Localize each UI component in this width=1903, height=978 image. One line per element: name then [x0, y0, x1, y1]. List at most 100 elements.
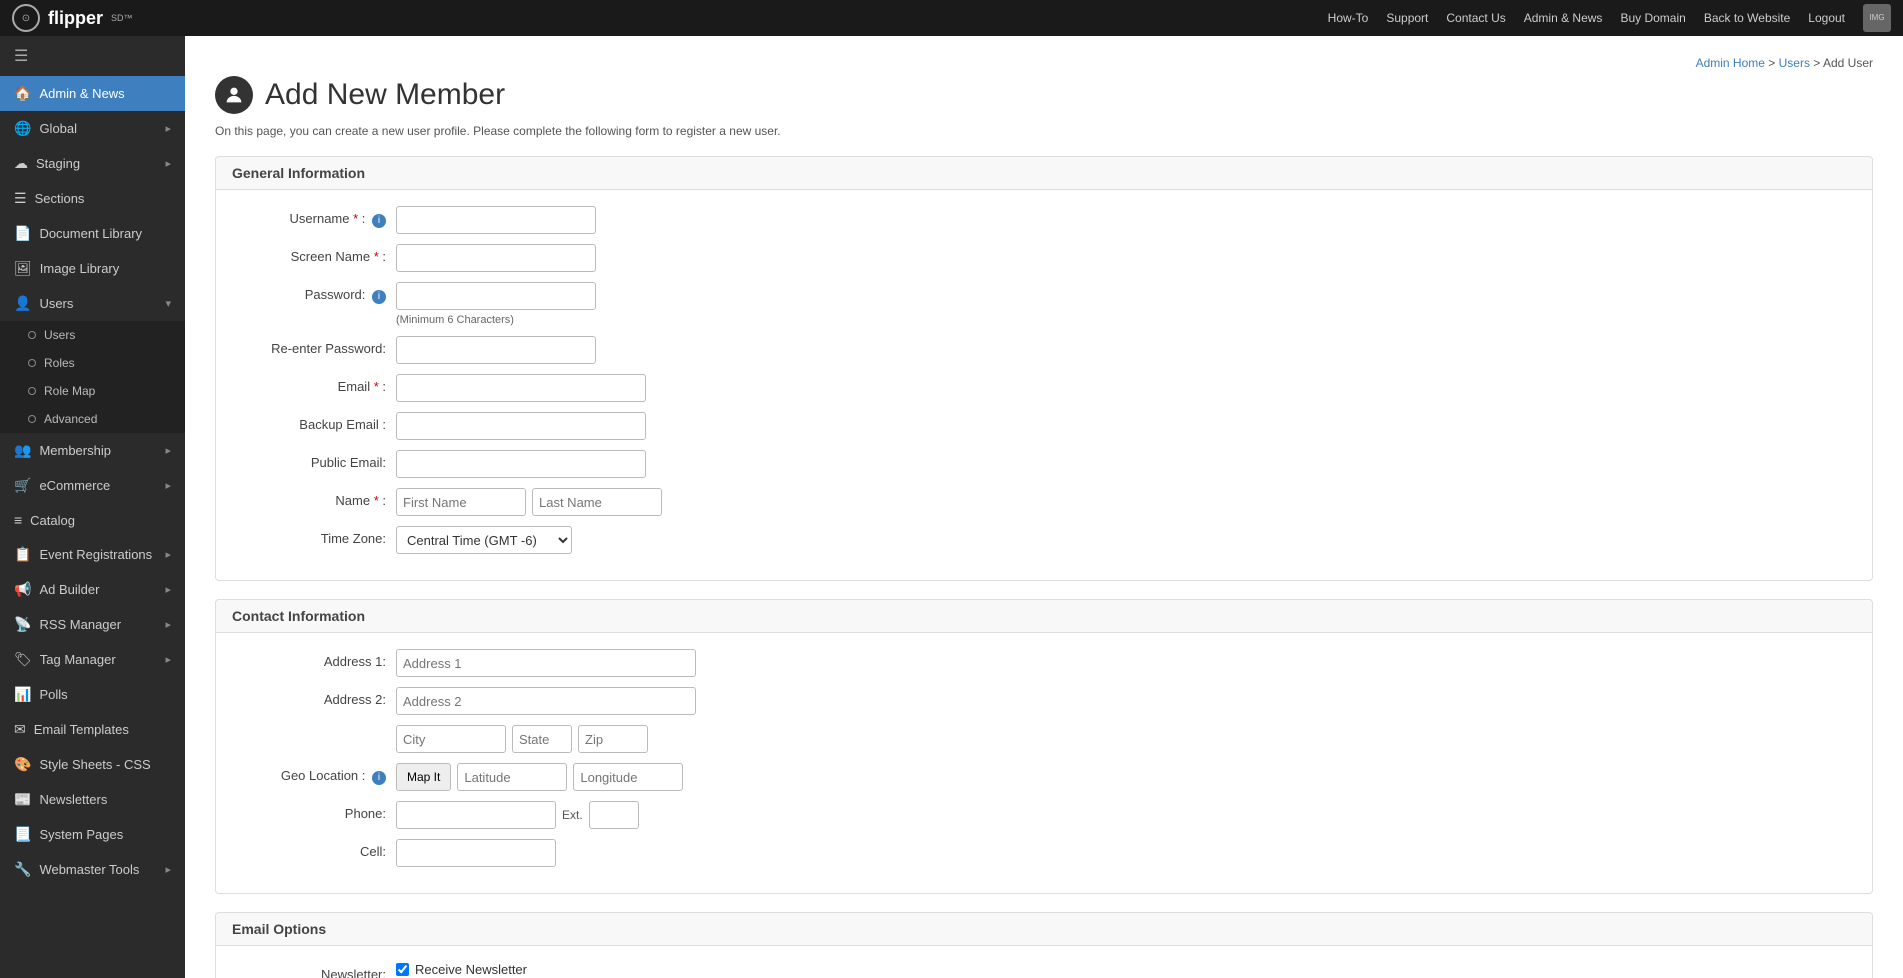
- username-info-icon[interactable]: i: [372, 214, 386, 228]
- username-required: *: [353, 211, 358, 226]
- reenter-password-input[interactable]: [396, 336, 596, 364]
- webmaster-tools-icon: 🔧: [14, 861, 31, 878]
- sidebar-label-email-templates: Email Templates: [34, 722, 129, 737]
- sidebar-item-email-templates[interactable]: ✉ Email Templates: [0, 712, 185, 747]
- state-input[interactable]: [512, 725, 572, 753]
- sidebar-sub-label-roles: Roles: [44, 356, 75, 370]
- sidebar-sub-users[interactable]: Users: [0, 321, 185, 349]
- geo-location-row: Geo Location : i Map It: [236, 763, 1852, 791]
- public-email-input[interactable]: [396, 450, 646, 478]
- general-info-body: Username * : i Screen Name * :: [216, 190, 1872, 580]
- avatar-area: IMG: [1863, 4, 1891, 32]
- sidebar-item-sections[interactable]: ☰ Sections: [0, 181, 185, 216]
- newsletter-checkbox[interactable]: [396, 963, 409, 976]
- global-icon: 🌐: [14, 120, 31, 137]
- screen-name-input[interactable]: [396, 244, 596, 272]
- city-input[interactable]: [396, 725, 506, 753]
- newsletter-label: Newsletter:: [236, 962, 396, 978]
- page-title-icon: [215, 76, 253, 114]
- role-map-dot: [28, 387, 36, 395]
- map-it-button[interactable]: Map It: [396, 763, 451, 791]
- breadcrumb-admin-home[interactable]: Admin Home: [1696, 56, 1765, 70]
- sidebar-item-users[interactable]: 👤 Users ▾: [0, 286, 185, 321]
- sidebar-item-rss-manager[interactable]: 📡 RSS Manager ▸: [0, 607, 185, 642]
- password-row: Password: i (Minimum 6 Characters): [236, 282, 1852, 326]
- password-input[interactable]: [396, 282, 596, 310]
- membership-icon: 👥: [14, 442, 31, 459]
- logo-icon: ⊙: [12, 4, 40, 32]
- backup-email-input[interactable]: [396, 412, 646, 440]
- sidebar-item-staging[interactable]: ☁ Staging ▸: [0, 146, 185, 181]
- sidebar-item-membership[interactable]: 👥 Membership ▸: [0, 433, 185, 468]
- webmaster-tools-arrow: ▸: [165, 863, 171, 876]
- phone-ext-input[interactable]: [589, 801, 639, 829]
- nav-logout[interactable]: Logout: [1808, 11, 1845, 25]
- users-submenu: Users Roles Role Map Advanced: [0, 321, 185, 433]
- users-icon: 👤: [14, 295, 31, 312]
- last-name-input[interactable]: [532, 488, 662, 516]
- sidebar-item-ecommerce[interactable]: 🛒 eCommerce ▸: [0, 468, 185, 503]
- sidebar-item-admin-news[interactable]: 🏠 Admin & News: [0, 76, 185, 111]
- sidebar-item-ad-builder[interactable]: 📢 Ad Builder ▸: [0, 572, 185, 607]
- zip-input[interactable]: [578, 725, 648, 753]
- sidebar-item-catalog[interactable]: ≡ Catalog: [0, 503, 185, 537]
- address2-label: Address 2:: [236, 687, 396, 707]
- hamburger-icon[interactable]: ☰: [0, 36, 185, 76]
- sidebar-item-global[interactable]: 🌐 Global ▸: [0, 111, 185, 146]
- sidebar-sub-roles[interactable]: Roles: [0, 349, 185, 377]
- cell-input[interactable]: [396, 839, 556, 867]
- username-input[interactable]: [396, 206, 596, 234]
- nav-admin-news[interactable]: Admin & News: [1524, 11, 1603, 25]
- sidebar-sub-advanced[interactable]: Advanced: [0, 405, 185, 433]
- staging-icon: ☁: [14, 155, 28, 172]
- sidebar-item-style-sheets[interactable]: 🎨 Style Sheets - CSS: [0, 747, 185, 782]
- sidebar-label-event-registrations: Event Registrations: [39, 547, 152, 562]
- admin-news-icon: 🏠: [14, 85, 31, 102]
- password-info-icon[interactable]: i: [372, 290, 386, 304]
- timezone-select[interactable]: Central Time (GMT -6) Eastern Time (GMT …: [396, 526, 572, 554]
- sidebar-label-admin-news: Admin & News: [39, 86, 124, 101]
- nav-buy-domain[interactable]: Buy Domain: [1620, 11, 1685, 25]
- general-info-section: General Information Username * : i: [215, 156, 1873, 581]
- nav-how-to[interactable]: How-To: [1328, 11, 1369, 25]
- sidebar-item-system-pages[interactable]: 📃 System Pages: [0, 817, 185, 852]
- longitude-input[interactable]: [573, 763, 683, 791]
- sidebar-sub-label-role-map: Role Map: [44, 384, 95, 398]
- sidebar-label-rss-manager: RSS Manager: [39, 617, 121, 632]
- sidebar-item-image-library[interactable]: 🖼 Image Library: [0, 251, 185, 286]
- city-state-zip-spacer: [236, 725, 396, 730]
- geo-location-info-icon[interactable]: i: [372, 771, 386, 785]
- page-title: Add New Member: [265, 78, 505, 112]
- email-options-section: Email Options Newsletter: Receive Newsle…: [215, 912, 1873, 978]
- sidebar-item-newsletters[interactable]: 📰 Newsletters: [0, 782, 185, 817]
- email-input[interactable]: [396, 374, 646, 402]
- avatar: IMG: [1863, 4, 1891, 32]
- sidebar-item-document-library[interactable]: 📄 Document Library: [0, 216, 185, 251]
- sidebar-sub-role-map[interactable]: Role Map: [0, 377, 185, 405]
- newsletter-row: Newsletter: Receive Newsletter: [236, 962, 1852, 978]
- logo-area: ⊙ flipper SD™: [12, 4, 133, 32]
- timezone-row: Time Zone: Central Time (GMT -6) Eastern…: [236, 526, 1852, 554]
- sidebar-label-tag-manager: Tag Manager: [40, 652, 116, 667]
- ecommerce-icon: 🛒: [14, 477, 31, 494]
- sidebar-item-polls[interactable]: 📊 Polls: [0, 677, 185, 712]
- sidebar-item-event-registrations[interactable]: 📋 Event Registrations ▸: [0, 537, 185, 572]
- first-name-input[interactable]: [396, 488, 526, 516]
- newsletter-checkbox-label[interactable]: Receive Newsletter: [396, 962, 527, 977]
- latitude-input[interactable]: [457, 763, 567, 791]
- phone-input[interactable]: [396, 801, 556, 829]
- nav-back-to-website[interactable]: Back to Website: [1704, 11, 1790, 25]
- sidebar-item-webmaster-tools[interactable]: 🔧 Webmaster Tools ▸: [0, 852, 185, 887]
- nav-support[interactable]: Support: [1386, 11, 1428, 25]
- nav-contact-us[interactable]: Contact Us: [1446, 11, 1505, 25]
- breadcrumb-users[interactable]: Users: [1779, 56, 1810, 70]
- sidebar-label-image-library: Image Library: [40, 261, 119, 276]
- phone-fields: Ext.: [396, 801, 639, 829]
- address1-input[interactable]: [396, 649, 696, 677]
- address2-input[interactable]: [396, 687, 696, 715]
- sidebar-item-tag-manager[interactable]: 🏷 Tag Manager ▸: [0, 642, 185, 677]
- page-title-area: Add New Member: [215, 76, 1873, 114]
- username-row: Username * : i: [236, 206, 1852, 234]
- cell-row: Cell:: [236, 839, 1852, 867]
- contact-info-heading: Contact Information: [216, 600, 1872, 633]
